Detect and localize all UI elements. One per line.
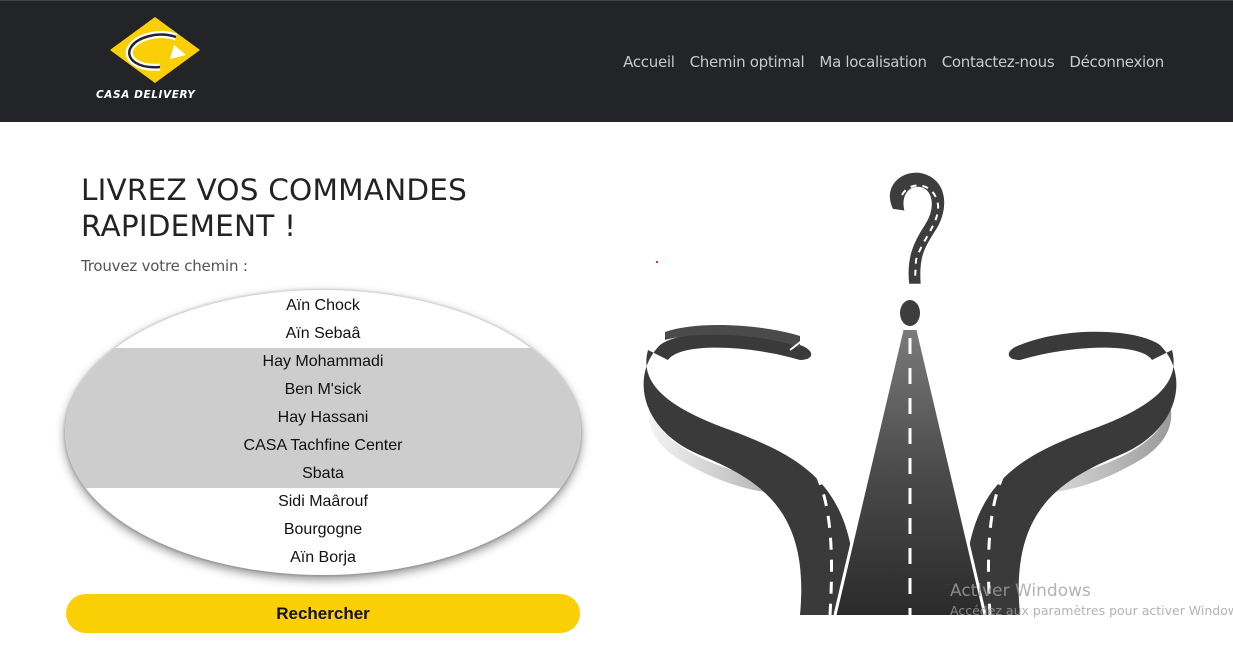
nav-chemin-optimal[interactable]: Chemin optimal [690,53,805,71]
main-navigation: Accueil Chemin optimal Ma localisation C… [623,53,1164,71]
hero-title: LIVREZ VOS COMMANDES RAPIDEMENT ! [81,173,468,243]
crossroads-question-mark-icon [643,170,1177,615]
location-option[interactable]: CASA Tachfine Center [65,432,581,460]
watermark-title: Activer Windows [950,581,1091,601]
location-option[interactable]: Sbata [65,460,581,488]
logo-text: CASA DELIVERY [96,89,196,101]
nav-contactez-nous[interactable]: Contactez-nous [942,53,1055,71]
navbar: CASA DELIVERY Accueil Chemin optimal Ma … [0,0,1233,122]
nav-deconnexion[interactable]: Déconnexion [1069,53,1164,71]
location-option[interactable]: Ben M'sick [65,376,581,404]
search-button[interactable]: Rechercher [66,594,580,633]
location-option[interactable]: Aïn Chock [65,292,581,320]
watermark-subtitle: Accédez aux paramètres pour activer Wind… [950,603,1233,618]
hero-subtitle: Trouvez votre chemin : [81,257,248,275]
logo-diamond-icon [110,17,200,83]
nav-accueil[interactable]: Accueil [623,53,675,71]
location-option[interactable]: Aïn Borja [65,544,581,572]
location-option[interactable]: Sidi Maârouf [65,488,581,516]
nav-ma-localisation[interactable]: Ma localisation [819,53,927,71]
location-options: Aïn Chock Aïn Sebaâ Hay Mohammadi Ben M'… [65,292,581,572]
location-select[interactable]: Aïn Chock Aïn Sebaâ Hay Mohammadi Ben M'… [65,290,581,575]
windows-activation-watermark: Activer Windows Accédez aux paramètres p… [950,581,1233,618]
location-option[interactable]: Aïn Sebaâ [65,320,581,348]
location-option[interactable]: Hay Mohammadi [65,348,581,376]
location-option[interactable]: Hay Hassani [65,404,581,432]
casa-delivery-logo[interactable]: CASA DELIVERY [93,15,217,105]
location-option[interactable]: Bourgogne [65,516,581,544]
